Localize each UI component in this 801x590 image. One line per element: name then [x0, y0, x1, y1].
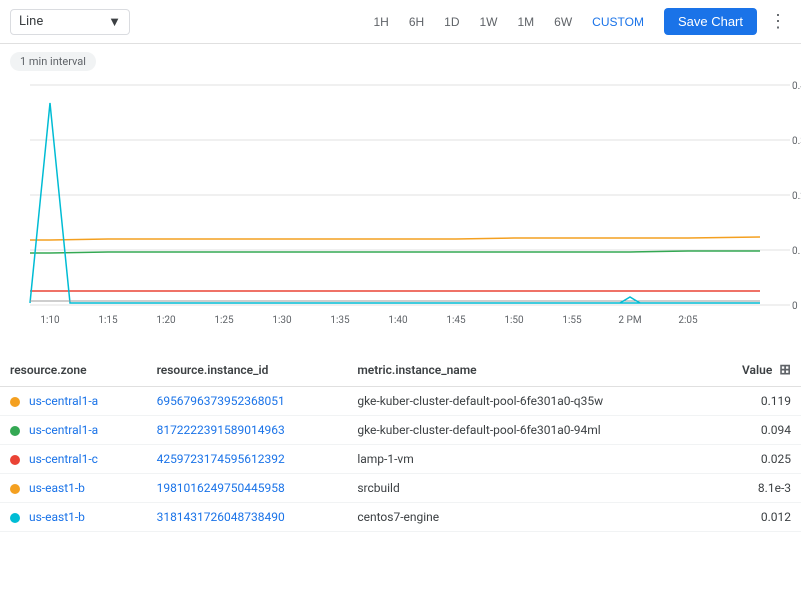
- svg-text:0.4: 0.4: [792, 81, 801, 92]
- series-dot-3: [10, 484, 20, 494]
- series-dot-2: [10, 455, 20, 465]
- svg-text:0: 0: [792, 301, 798, 312]
- time-btn-6w[interactable]: 6W: [546, 11, 580, 33]
- svg-text:0.3: 0.3: [792, 136, 801, 147]
- cell-instance-id-0: 6956796373952368051: [147, 387, 348, 416]
- more-options-button[interactable]: ⋮: [765, 7, 791, 36]
- series-dot-0: [10, 397, 20, 407]
- column-settings-icon[interactable]: ⊞: [779, 362, 791, 378]
- chart-type-label: Line: [19, 14, 43, 29]
- cell-zone-3: us-east1-b: [0, 474, 147, 503]
- cell-instance-id-3: 1981016249750445958: [147, 474, 348, 503]
- table-row: us-east1-b 3181431726048738490 centos7-e…: [0, 503, 801, 532]
- svg-text:1:15: 1:15: [98, 315, 118, 326]
- cell-zone-1: us-central1-a: [0, 416, 147, 445]
- time-btn-1m[interactable]: 1M: [510, 11, 543, 33]
- svg-text:0.1: 0.1: [792, 246, 801, 257]
- time-btn-1h[interactable]: 1H: [365, 11, 396, 33]
- table-row: us-central1-c 4259723174595612392 lamp-1…: [0, 445, 801, 474]
- cell-metric-name-0: gke-kuber-cluster-default-pool-6fe301a0-…: [347, 387, 707, 416]
- col-header-metric: metric.instance_name: [347, 354, 707, 387]
- time-range-buttons: 1H 6H 1D 1W 1M 6W CUSTOM: [365, 11, 651, 33]
- svg-text:1:55: 1:55: [562, 315, 582, 326]
- interval-badge: 1 min interval: [10, 52, 96, 71]
- cell-zone-2: us-central1-c: [0, 445, 147, 474]
- zone-link-0[interactable]: us-central1-a: [29, 394, 98, 408]
- zone-link-3[interactable]: us-east1-b: [29, 481, 85, 495]
- cell-instance-id-2: 4259723174595612392: [147, 445, 348, 474]
- cell-value-0: 0.119: [708, 387, 801, 416]
- zone-link-2[interactable]: us-central1-c: [29, 452, 98, 466]
- svg-text:1:25: 1:25: [214, 315, 234, 326]
- cell-zone-0: us-central1-a: [0, 387, 147, 416]
- cell-value-4: 0.012: [708, 503, 801, 532]
- table-header-row: resource.zone resource.instance_id metri…: [0, 354, 801, 387]
- table-row: us-central1-a 8172222391589014963 gke-ku…: [0, 416, 801, 445]
- svg-text:1:30: 1:30: [272, 315, 292, 326]
- cell-metric-name-2: lamp-1-vm: [347, 445, 707, 474]
- time-btn-6h[interactable]: 6H: [401, 11, 432, 33]
- svg-text:1:50: 1:50: [504, 315, 524, 326]
- time-btn-custom[interactable]: CUSTOM: [584, 11, 652, 33]
- svg-text:2:05: 2:05: [678, 315, 698, 326]
- zone-link-4[interactable]: us-east1-b: [29, 510, 85, 524]
- chevron-down-icon: ▼: [108, 14, 121, 30]
- instance-id-link-2[interactable]: 4259723174595612392: [157, 452, 285, 466]
- col-header-value: Value ⊞: [708, 354, 801, 387]
- instance-id-link-1[interactable]: 8172222391589014963: [157, 423, 285, 437]
- save-chart-button[interactable]: Save Chart: [664, 8, 757, 35]
- data-table: resource.zone resource.instance_id metri…: [0, 354, 801, 532]
- series-dot-1: [10, 426, 20, 436]
- table-row: us-central1-a 6956796373952368051 gke-ku…: [0, 387, 801, 416]
- instance-id-link-4[interactable]: 3181431726048738490: [157, 510, 285, 524]
- svg-text:1:20: 1:20: [156, 315, 176, 326]
- svg-text:1:35: 1:35: [330, 315, 350, 326]
- zone-link-1[interactable]: us-central1-a: [29, 423, 98, 437]
- svg-text:1:40: 1:40: [388, 315, 408, 326]
- chart-svg: 0.4 0.3 0.2 0.1 0 1:10 1:15 1:20 1:25 1:…: [0, 75, 801, 335]
- time-btn-1w[interactable]: 1W: [472, 11, 506, 33]
- svg-text:1:10: 1:10: [40, 315, 60, 326]
- time-btn-1d[interactable]: 1D: [436, 11, 467, 33]
- cell-value-1: 0.094: [708, 416, 801, 445]
- col-header-instance-id: resource.instance_id: [147, 354, 348, 387]
- instance-id-link-0[interactable]: 6956796373952368051: [157, 394, 285, 408]
- data-table-wrapper: resource.zone resource.instance_id metri…: [0, 354, 801, 532]
- svg-text:1:45: 1:45: [446, 315, 466, 326]
- cell-metric-name-4: centos7-engine: [347, 503, 707, 532]
- instance-id-link-3[interactable]: 1981016249750445958: [157, 481, 285, 495]
- cell-instance-id-1: 8172222391589014963: [147, 416, 348, 445]
- toolbar: Line ▼ 1H 6H 1D 1W 1M 6W CUSTOM Save Cha…: [0, 0, 801, 44]
- cell-zone-4: us-east1-b: [0, 503, 147, 532]
- series-dot-4: [10, 513, 20, 523]
- col-header-zone: resource.zone: [0, 354, 147, 387]
- svg-text:2 PM: 2 PM: [618, 315, 641, 326]
- chart-container: 1 min interval 0.4 0.3 0.2 0.1 0 1:10 1:…: [0, 44, 801, 354]
- cell-metric-name-1: gke-kuber-cluster-default-pool-6fe301a0-…: [347, 416, 707, 445]
- svg-text:0.2: 0.2: [792, 191, 801, 202]
- cell-value-2: 0.025: [708, 445, 801, 474]
- chart-type-dropdown[interactable]: Line ▼: [10, 9, 130, 35]
- cell-metric-name-3: srcbuild: [347, 474, 707, 503]
- table-row: us-east1-b 1981016249750445958 srcbuild …: [0, 474, 801, 503]
- cell-instance-id-4: 3181431726048738490: [147, 503, 348, 532]
- cell-value-3: 8.1e-3: [708, 474, 801, 503]
